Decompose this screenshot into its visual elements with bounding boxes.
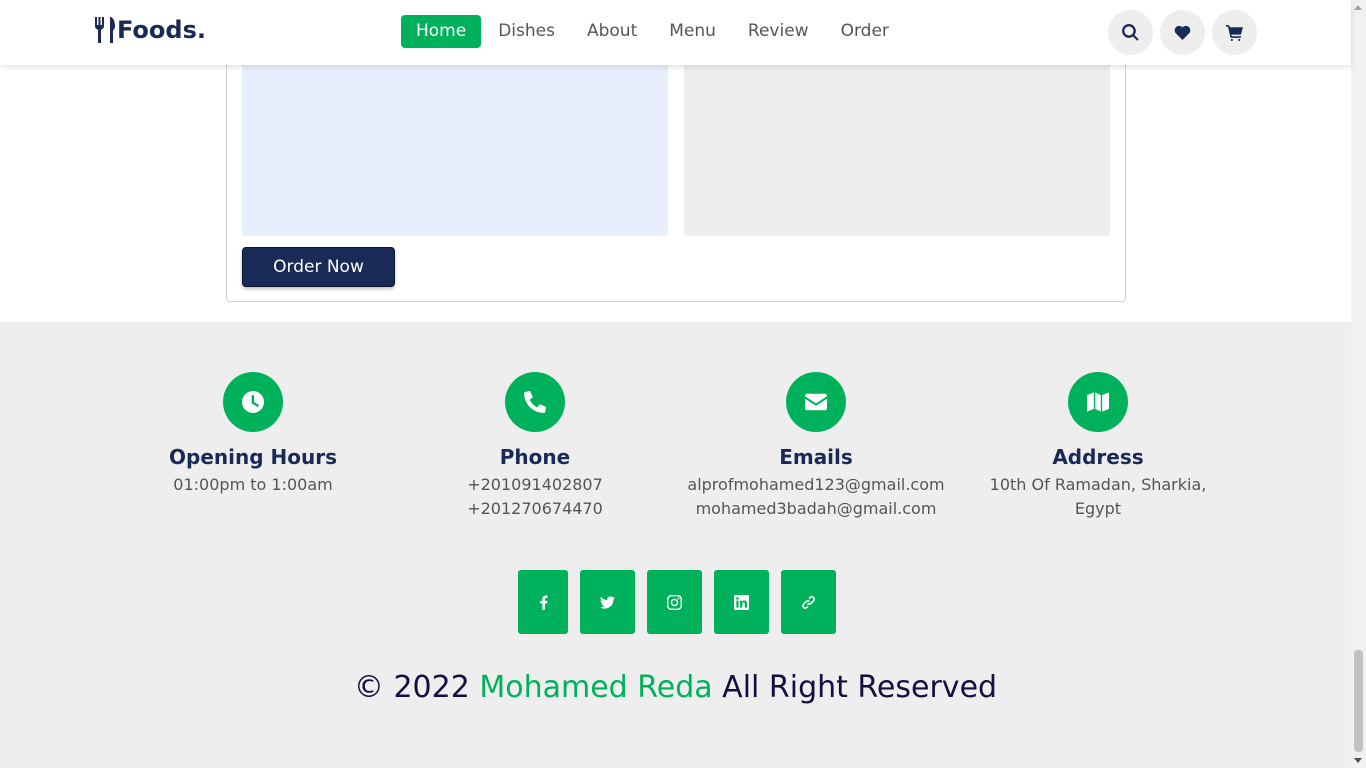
phone-number-1: +201091402807 — [467, 475, 603, 494]
nav-about[interactable]: About — [572, 15, 652, 48]
search-icon — [1122, 24, 1139, 41]
facebook-link[interactable] — [518, 570, 568, 634]
facebook-icon — [539, 595, 548, 610]
utensils-icon — [95, 17, 115, 43]
page-scrollbar[interactable] — [1351, 0, 1366, 768]
emails-box: Emails alprofmohamed123@gmail.com mohame… — [666, 372, 966, 521]
phone-number-2: +201270674470 — [467, 499, 603, 518]
phone-box: Phone +201091402807 +201270674470 — [385, 372, 685, 521]
scroll-down-arrow-icon[interactable] — [1354, 758, 1362, 763]
logo[interactable]: Foods. — [94, 16, 206, 44]
site-header: Foods. Home Dishes About Menu Review Ord… — [0, 0, 1351, 65]
order-form-card: Order Now — [226, 30, 1126, 302]
linkedin-icon — [734, 594, 749, 610]
copyright-suffix: All Right Reserved — [722, 670, 998, 705]
phone-icon — [524, 391, 546, 413]
nav-review[interactable]: Review — [733, 15, 824, 48]
page: Order Now Foods. Home Dishes About Menu … — [0, 0, 1351, 768]
logo-text: Foods. — [117, 16, 206, 44]
order-textarea-panel[interactable] — [684, 35, 1110, 236]
address-line-2: Egypt — [1074, 499, 1122, 518]
nav-dishes[interactable]: Dishes — [483, 15, 570, 48]
order-now-button[interactable]: Order Now — [242, 247, 395, 287]
emails-icon-circle — [786, 372, 846, 432]
cart-icon — [1226, 25, 1243, 41]
email-1: alprofmohamed123@gmail.com — [687, 475, 945, 494]
envelope-icon — [805, 393, 827, 411]
main-nav: Home Dishes About Menu Review Order — [401, 15, 906, 48]
nav-order[interactable]: Order — [826, 15, 904, 48]
phone-icon-circle — [505, 372, 565, 432]
twitter-link[interactable] — [580, 570, 635, 634]
address-line-1: 10th Of Ramadan, Sharkia, — [989, 475, 1207, 494]
emails-title: Emails — [779, 445, 853, 469]
website-link[interactable] — [781, 570, 836, 634]
address-box: Address 10th Of Ramadan, Sharkia, Egypt — [948, 372, 1248, 521]
copyright: © 2022 Mohamed Reda All Right Reserved — [0, 670, 1351, 705]
address-icon-circle — [1068, 372, 1128, 432]
instagram-link[interactable] — [647, 570, 702, 634]
heart-icon — [1174, 25, 1191, 40]
opening-hours-text: 01:00pm to 1:00am — [173, 475, 333, 494]
instagram-icon — [667, 594, 682, 610]
email-2: mohamed3badah@gmail.com — [695, 499, 937, 518]
link-icon — [802, 595, 815, 609]
search-button[interactable] — [1108, 10, 1153, 55]
social-links — [518, 570, 836, 634]
cart-button[interactable] — [1212, 10, 1257, 55]
linkedin-link[interactable] — [714, 570, 769, 634]
header-icons — [1108, 10, 1257, 55]
nav-menu[interactable]: Menu — [654, 15, 731, 48]
twitter-icon — [600, 595, 615, 609]
phone-title: Phone — [499, 445, 571, 469]
nav-home[interactable]: Home — [401, 15, 482, 48]
opening-hours-icon-circle — [223, 372, 283, 432]
order-input-panel[interactable] — [242, 35, 668, 236]
map-icon — [1087, 392, 1109, 412]
scrollbar-thumb[interactable] — [1354, 650, 1363, 752]
opening-hours-title: Opening Hours — [169, 445, 337, 469]
copyright-author[interactable]: Mohamed Reda — [479, 670, 712, 705]
scroll-up-arrow-icon[interactable] — [1354, 5, 1362, 10]
opening-hours-box: Opening Hours 01:00pm to 1:00am — [103, 372, 403, 497]
wishlist-button[interactable] — [1160, 10, 1205, 55]
address-title: Address — [1052, 445, 1144, 469]
copyright-prefix: © 2022 — [353, 670, 470, 705]
clock-icon — [242, 391, 264, 413]
